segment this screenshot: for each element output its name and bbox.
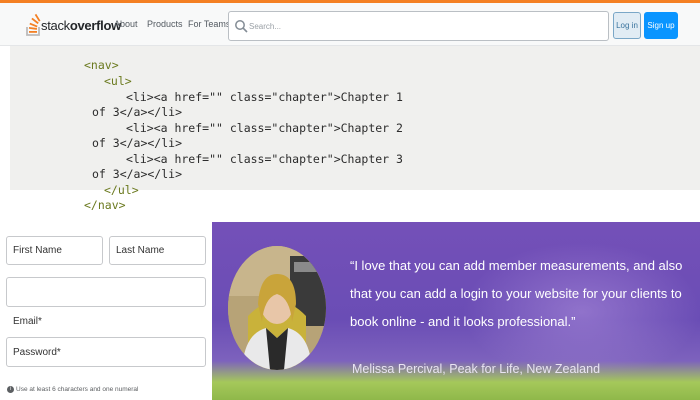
- code-text: <li><a href="" class="chapter">Chapter 1: [126, 90, 403, 104]
- email-input[interactable]: [7, 278, 205, 306]
- password-input[interactable]: [7, 338, 205, 366]
- email-field[interactable]: [6, 277, 206, 307]
- avatar-photo: [228, 246, 326, 370]
- code-line-1: <nav>: [84, 58, 119, 72]
- code-lines: <nav> <ul> <li><a href="" class="chapter…: [0, 0, 700, 220]
- password-hint-text: Use at least 6 characters and one numera…: [16, 386, 139, 394]
- code-line-3: <li><a href="" class="chapter">Chapter 1: [126, 90, 403, 104]
- code-line-4: of 3</a></li>: [92, 105, 182, 119]
- code-line-8: of 3</a></li>: [92, 167, 182, 181]
- code-line-2: <ul>: [104, 74, 132, 88]
- code-line-6: of 3</a></li>: [92, 136, 182, 150]
- code-text: of 3</a></li>: [92, 167, 183, 181]
- email-label: Email*: [13, 316, 42, 327]
- first-name-field[interactable]: [6, 236, 103, 265]
- avatar: [228, 246, 326, 370]
- code-text: of 3</a></li>: [92, 105, 183, 119]
- code-text: </ul>: [104, 183, 139, 197]
- testimonial-banner: “I love that you can add member measurem…: [212, 222, 700, 400]
- testimonial-quote: “I love that you can add member measurem…: [350, 258, 683, 329]
- last-name-field[interactable]: [109, 236, 206, 265]
- code-line-10: </nav>: [84, 198, 126, 212]
- code-line-9: </ul>: [104, 183, 139, 197]
- code-text: </nav>: [84, 198, 126, 212]
- password-hint: i Use at least 6 characters and one numer…: [7, 386, 138, 393]
- testimonial-author: Melissa Percival, Peak for Life, New Zea…: [352, 362, 601, 376]
- info-icon: i: [7, 386, 14, 393]
- code-text: <nav>: [84, 58, 119, 72]
- code-text: <li><a href="" class="chapter">Chapter 3: [126, 152, 403, 166]
- code-text: <ul>: [104, 74, 132, 88]
- code-line-7: <li><a href="" class="chapter">Chapter 3: [126, 152, 403, 166]
- code-text: of 3</a></li>: [92, 136, 183, 150]
- password-field[interactable]: [6, 337, 206, 367]
- code-text: <li><a href="" class="chapter">Chapter 2: [126, 121, 403, 135]
- last-name-input[interactable]: [110, 237, 205, 264]
- code-line-5: <li><a href="" class="chapter">Chapter 2: [126, 121, 403, 135]
- first-name-input[interactable]: [7, 237, 102, 264]
